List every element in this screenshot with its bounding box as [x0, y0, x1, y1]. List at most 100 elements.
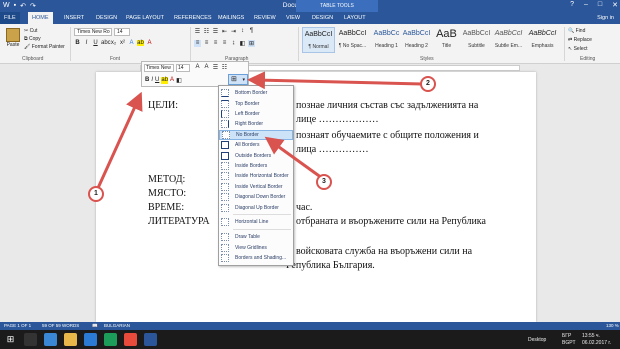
font-color-icon[interactable]: A [170, 77, 174, 84]
show-marks-icon[interactable]: ¶ [248, 28, 255, 35]
decrease-indent-icon[interactable]: ⇤ [221, 28, 228, 35]
numbering-icon[interactable]: ☷ [221, 64, 228, 71]
menu-item-left-border[interactable]: Left Border [219, 109, 293, 119]
store-icon[interactable] [84, 333, 97, 346]
underline-button[interactable]: U [92, 40, 99, 46]
input-language[interactable]: БГР [562, 333, 571, 339]
file-explorer-icon[interactable] [64, 333, 77, 346]
app-icon[interactable] [104, 333, 117, 346]
word-count[interactable]: 59 OF 59 WORDS [42, 323, 79, 328]
tab-insert[interactable]: INSERT [60, 12, 88, 24]
menu-item-view-gridlines[interactable]: View Gridlines [219, 242, 293, 252]
style-heading-2[interactable]: AaBbCcI Heading 2 [400, 27, 433, 53]
tab-mailings[interactable]: MAILINGS [214, 12, 248, 24]
desktop-toolbar-label[interactable]: Desktop [528, 337, 546, 343]
style-normal[interactable]: AaBbCcI ¶ Normal [302, 27, 335, 53]
mini-font-name-box[interactable]: Times New [144, 64, 174, 72]
copy-button[interactable]: ⧉ Copy [24, 35, 65, 43]
chrome-icon[interactable] [124, 333, 137, 346]
superscript-button[interactable]: x² [119, 40, 126, 46]
menu-item-no-border[interactable]: No Border [219, 129, 293, 140]
multilevel-list-icon[interactable]: ☰ [212, 28, 219, 35]
edge-icon[interactable] [44, 333, 57, 346]
replace-button[interactable]: ⇄ Replace [568, 36, 592, 45]
menu-item-inside-vertical-border[interactable]: Inside Vertical Border [219, 182, 293, 192]
underline-button[interactable]: U [155, 77, 159, 84]
grow-font-icon[interactable]: A [194, 64, 201, 71]
help-icon[interactable]: ? [570, 1, 574, 9]
maximize-icon[interactable]: □ [598, 1, 602, 9]
find-button[interactable]: 🔍 Find [568, 27, 592, 36]
font-size-box[interactable]: 14 [114, 28, 130, 36]
tab-page-layout[interactable]: PAGE LAYOUT [122, 12, 168, 24]
style-heading-1[interactable]: AaBbCc Heading 1 [370, 27, 403, 53]
align-right-icon[interactable]: ≡ [212, 40, 219, 47]
italic-button[interactable]: I [83, 40, 90, 46]
strikethrough-button[interactable]: abc [101, 40, 111, 46]
font-color-icon[interactable]: A [146, 40, 153, 46]
style-emphasis[interactable]: AaBbCcI Emphasis [526, 27, 559, 53]
shrink-font-icon[interactable]: A [203, 64, 210, 71]
tab-view[interactable]: VIEW [282, 12, 304, 24]
numbering-icon[interactable]: ☷ [203, 28, 210, 35]
menu-item-borders-and-shading[interactable]: Borders and Shading... [219, 253, 293, 263]
bold-button[interactable]: B [145, 77, 149, 84]
paste-button[interactable]: Paste [4, 28, 22, 52]
zoom-level[interactable]: 130 % [606, 323, 619, 328]
menu-item-right-border[interactable]: Right Border [219, 119, 293, 129]
bullets-icon[interactable]: ☰ [194, 28, 201, 35]
style-no-spacing[interactable]: AaBbCcI ¶ No Spac... [336, 27, 369, 53]
tab-references[interactable]: REFERENCES [170, 12, 216, 24]
tab-home[interactable]: HOME [28, 12, 53, 24]
language[interactable]: BULGARIAN [104, 323, 130, 328]
tab-design[interactable]: DESIGN [92, 12, 121, 24]
borders-icon[interactable]: ⊞ [248, 40, 255, 47]
menu-item-diagonal-up-border[interactable]: Diagonal Up Border [219, 202, 293, 212]
menu-item-all-borders[interactable]: All Borders [219, 140, 293, 150]
highlight-icon[interactable]: ab [137, 40, 144, 46]
subscript-button[interactable]: x₂ [110, 40, 117, 46]
clock-date[interactable]: 06.02.2017 г. [582, 340, 611, 346]
clock-time[interactable]: 13:55 ч. [582, 333, 600, 339]
justify-icon[interactable]: ≡ [221, 40, 228, 47]
align-left-icon[interactable]: ≡ [194, 40, 201, 47]
style-subtitle[interactable]: AaBbCcI Subtitle [460, 27, 493, 53]
font-name-box[interactable]: Times New Ro [74, 28, 112, 36]
highlight-icon[interactable]: ab [161, 77, 169, 84]
shading-icon[interactable]: ◧ [176, 77, 182, 84]
menu-item-draw-table[interactable]: Draw Table [219, 232, 293, 242]
menu-item-outside-borders[interactable]: Outside Borders [219, 150, 293, 160]
tab-review[interactable]: REVIEW [250, 12, 280, 24]
menu-item-top-border[interactable]: Top Border [219, 98, 293, 108]
menu-item-inside-borders[interactable]: Inside Borders [219, 161, 293, 171]
format-painter-button[interactable]: 🖌 Format Painter [24, 43, 65, 51]
style-subtle-emphasis[interactable]: AaBbCcI Subtle Em... [492, 27, 525, 53]
word-icon[interactable] [144, 333, 157, 346]
italic-button[interactable]: I [151, 77, 153, 84]
input-language-layout[interactable]: BGPT [562, 340, 576, 346]
bold-button[interactable]: B [74, 40, 81, 46]
close-icon[interactable]: ✕ [612, 1, 618, 9]
text-effects-icon[interactable]: A [128, 40, 135, 46]
bullets-icon[interactable]: ☰ [212, 64, 219, 71]
menu-item-diagonal-down-border[interactable]: Diagonal Down Border [219, 192, 293, 202]
select-button[interactable]: ↖ Select [568, 45, 592, 54]
document-page[interactable]: ЦЕЛИ: познае личния състав със задължени… [96, 72, 536, 322]
mini-font-size-box[interactable]: 14 [176, 64, 190, 72]
line-spacing-icon[interactable]: ↨ [230, 40, 237, 47]
menu-item-inside-horizontal-border[interactable]: Inside Horizontal Border [219, 171, 293, 181]
page-count[interactable]: PAGE 1 OF 1 [4, 323, 31, 328]
style-title[interactable]: AaB Title [430, 27, 463, 53]
increase-indent-icon[interactable]: ⇥ [230, 28, 237, 35]
menu-item-horizontal-line[interactable]: Horizontal Line [219, 217, 293, 227]
align-center-icon[interactable]: ≡ [203, 40, 210, 47]
task-view-icon[interactable] [24, 333, 37, 346]
menu-item-bottom-border[interactable]: Bottom Border [219, 88, 293, 98]
sort-icon[interactable]: ↕ [239, 28, 246, 35]
minimize-icon[interactable]: – [584, 1, 588, 9]
proofing-icon[interactable]: 📖 [92, 323, 98, 329]
tab-table-layout[interactable]: LAYOUT [340, 12, 370, 24]
cut-button[interactable]: ✂ Cut [24, 27, 65, 35]
shading-icon[interactable]: ◧ [239, 40, 246, 47]
sign-in-link[interactable]: Sign in [597, 12, 614, 24]
